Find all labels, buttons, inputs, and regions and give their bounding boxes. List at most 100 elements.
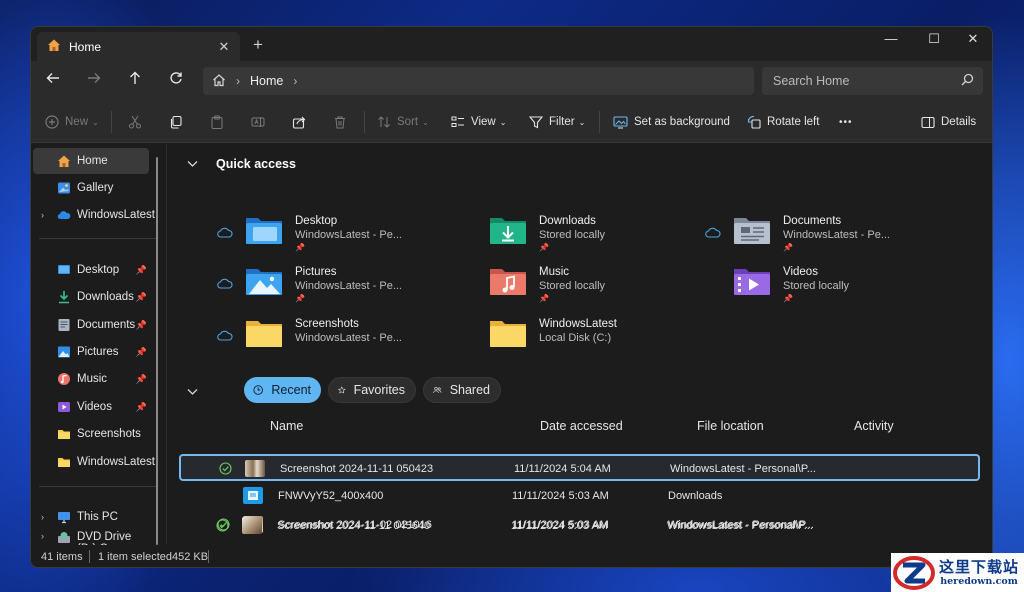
maximize-button[interactable]: ☐ (914, 31, 954, 47)
pictures-icon (57, 345, 71, 359)
details-button[interactable]: Details (921, 101, 976, 143)
breadcrumb-chevron-icon[interactable]: › (293, 74, 297, 88)
folder-name: Desktop (295, 215, 338, 227)
quick-access-header[interactable]: Quick access (187, 157, 296, 171)
file-date: 11/11/2024 5:03 AM (511, 520, 608, 532)
toolbar-divider (364, 111, 365, 133)
videos-folder-icon (734, 269, 770, 295)
sort-button[interactable]: Sort ⌄ (377, 101, 429, 143)
copy-button[interactable] (169, 101, 189, 143)
folder-name: WindowsLatest (539, 318, 617, 330)
pin-icon: 📌 (783, 294, 793, 303)
forward-button[interactable] (82, 70, 106, 92)
close-tab-icon[interactable]: ✕ (212, 39, 236, 55)
pin-icon: 📌 (539, 294, 549, 303)
more-options-button[interactable]: ••• (839, 101, 853, 143)
image-thumbnail (245, 460, 265, 477)
cloud-icon (217, 330, 233, 344)
column-header-name[interactable]: Name (270, 419, 303, 433)
view-button[interactable]: View ⌄ (451, 101, 506, 143)
pc-icon (57, 510, 71, 524)
chevron-right-icon[interactable]: › (41, 531, 44, 541)
rename-button[interactable] (251, 101, 271, 143)
up-arrow-icon (130, 71, 140, 84)
search-icon (961, 73, 974, 89)
delete-button[interactable] (333, 101, 353, 143)
search-input[interactable]: Search Home (762, 67, 983, 95)
tab-home[interactable]: Home ✕ (37, 32, 240, 61)
rotate-left-icon (747, 115, 761, 129)
table-row[interactable]: Screenshot 2024-11-11 045640 11/11/2024 … (178, 513, 979, 540)
sidebar-item-videos[interactable]: Videos 📌 (33, 394, 149, 420)
toolbar-divider (599, 111, 600, 133)
sidebar-item-label: DVD Drive (D:) C (77, 531, 132, 545)
pin-icon: 📌 (539, 243, 549, 252)
music-icon (57, 372, 71, 386)
chevron-right-icon[interactable]: › (41, 210, 44, 220)
quick-access-title: Quick access (216, 157, 296, 171)
minimize-button[interactable]: — (871, 31, 911, 46)
plus-circle-icon (45, 115, 59, 129)
sidebar-item-label: WindowsLatest (77, 456, 155, 468)
folder-location: WindowsLatest - Pe... (295, 229, 402, 241)
table-row[interactable] (179, 541, 980, 544)
refresh-button[interactable] (164, 70, 188, 92)
folder-icon (57, 427, 71, 441)
folder-location: Local Disk (C:) (539, 332, 612, 344)
sidebar-item-desktop[interactable]: Desktop 📌 (33, 257, 149, 283)
column-header-date[interactable]: Date accessed (540, 419, 623, 433)
new-tab-button[interactable]: + (253, 35, 263, 55)
close-window-button[interactable]: ✕ (953, 31, 992, 47)
sidebar-item-dvd-drive[interactable]: › DVD Drive (D:) C (33, 531, 149, 545)
sidebar-item-home[interactable]: Home (33, 148, 149, 174)
sidebar-item-music[interactable]: Music 📌 (33, 366, 149, 392)
up-button[interactable] (123, 70, 147, 92)
pictures-folder-icon (246, 269, 282, 295)
star-icon (338, 386, 346, 394)
onedrive-icon (57, 208, 71, 222)
share-button[interactable] (292, 101, 312, 143)
rename-icon (251, 117, 265, 127)
chevron-down-icon[interactable] (187, 385, 198, 399)
sidebar-item-pictures[interactable]: Pictures 📌 (33, 339, 149, 365)
folder-name: Downloads (539, 215, 596, 227)
tab-shared[interactable]: Shared (423, 377, 501, 403)
table-row[interactable]: FNWVyY52_400x400 11/11/2024 5:03 AM Down… (179, 483, 980, 510)
column-header-activity[interactable]: Activity (854, 419, 894, 433)
dvd-icon (57, 531, 71, 545)
filter-button[interactable]: Filter ⌄ (529, 101, 585, 143)
back-button[interactable] (41, 70, 65, 92)
table-row[interactable]: Screenshot 2024-11-11 050423 11/11/2024 … (179, 454, 980, 481)
folder-name: Videos (783, 266, 818, 278)
sidebar-item-this-pc[interactable]: › This PC (33, 504, 149, 530)
sidebar-item-label: Home (77, 155, 108, 167)
file-date: 11/11/2024 5:03 AM (512, 490, 609, 502)
sidebar-item-windowslatest[interactable]: WindowsLatest (33, 449, 155, 475)
sidebar-divider (39, 486, 157, 487)
file-name: FNWVyY52_400x400 (278, 490, 384, 502)
cloud-icon (217, 278, 233, 292)
new-button[interactable]: New ⌄ (45, 101, 99, 143)
sidebar-item-onedrive[interactable]: › WindowsLatest (33, 202, 155, 228)
file-location: Downloads (668, 490, 723, 502)
cut-button[interactable] (128, 101, 148, 143)
sidebar-divider (39, 238, 157, 239)
sidebar-scrollbar[interactable] (156, 157, 158, 545)
sidebar-item-documents[interactable]: Documents 📌 (33, 312, 149, 338)
set-as-background-button[interactable]: Set as background (613, 101, 730, 143)
sidebar-item-gallery[interactable]: Gallery (33, 175, 149, 201)
chevron-right-icon[interactable]: › (41, 512, 44, 522)
tab-recent[interactable]: Recent (244, 377, 321, 403)
paste-button[interactable] (210, 101, 230, 143)
tab-label: Shared (449, 383, 490, 397)
watermark-logo: 这里下载站 heredown.com (891, 553, 1024, 592)
set-background-label: Set as background (634, 116, 730, 128)
sidebar-item-screenshots[interactable]: Screenshots (33, 421, 149, 447)
chevron-down-icon[interactable] (187, 157, 198, 171)
column-header-location[interactable]: File location (697, 419, 764, 433)
rotate-left-button[interactable]: Rotate left (747, 101, 819, 143)
tab-favorites[interactable]: Favorites (328, 377, 416, 403)
breadcrumb[interactable]: Home (250, 74, 283, 88)
sidebar-item-downloads[interactable]: Downloads 📌 (33, 284, 149, 310)
address-bar[interactable]: › Home › (203, 67, 754, 95)
